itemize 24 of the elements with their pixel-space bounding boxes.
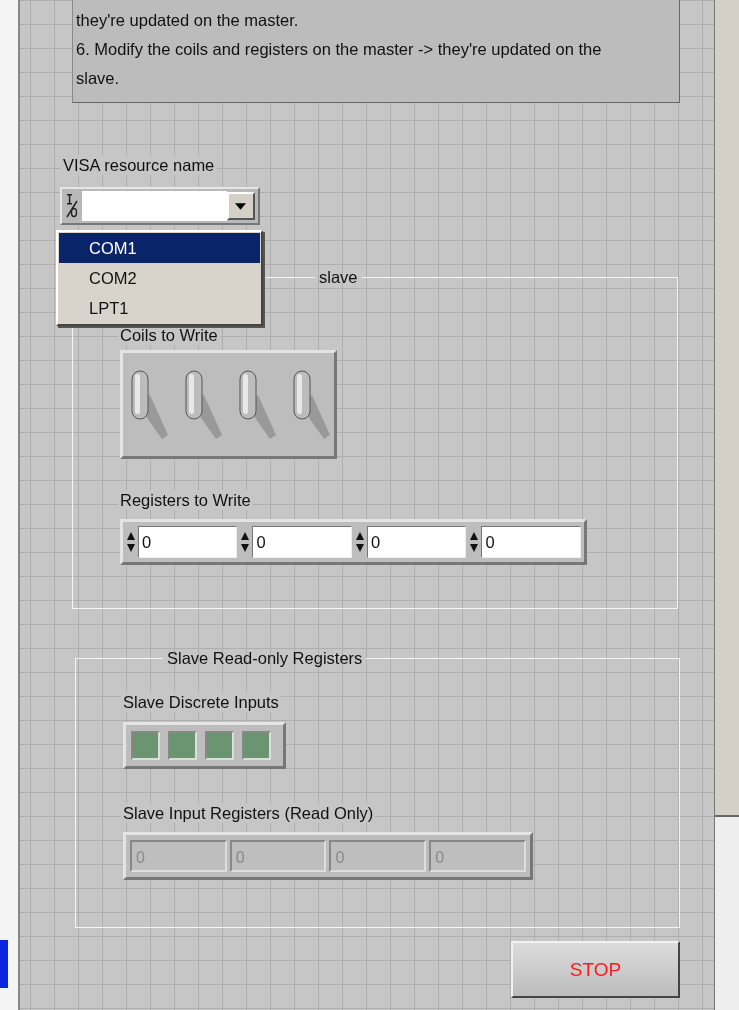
taskbar-fragment <box>0 940 8 988</box>
control-label: Registers to Write <box>117 490 253 510</box>
dropdown-option[interactable]: LPT1 <box>58 293 260 323</box>
dropdown-option[interactable]: COM2 <box>58 263 260 293</box>
control-label: Slave Discrete Inputs <box>120 692 281 712</box>
control-label: VISA resource name <box>59 155 218 175</box>
numeric-input[interactable]: 0 <box>137 526 238 558</box>
io-icon <box>64 193 79 219</box>
group-title: slave <box>317 267 359 287</box>
control-label: Slave Input Registers (Read Only) <box>120 803 376 823</box>
group-title: Slave Read-only Registers <box>165 648 364 668</box>
numeric-input[interactable]: 0 <box>252 526 352 558</box>
numeric-input[interactable]: 0 <box>366 526 467 558</box>
spinner-icon[interactable] <box>469 530 480 554</box>
dropdown-button[interactable] <box>226 192 255 220</box>
numeric-input[interactable]: 0 <box>481 526 581 558</box>
spinner-icon[interactable] <box>240 530 251 554</box>
caret-icon <box>235 202 247 210</box>
resource-combobox[interactable] <box>59 187 260 225</box>
instruction-text: 6. Modify the coils and registers on the master -> they're updated on the slave. <box>75 39 603 89</box>
spinner-icon[interactable] <box>354 530 365 554</box>
dropdown-option[interactable]: COM1 <box>58 233 260 263</box>
spinner-icon[interactable] <box>125 530 136 554</box>
instruction-text: they're updated on the master. <box>75 10 300 31</box>
